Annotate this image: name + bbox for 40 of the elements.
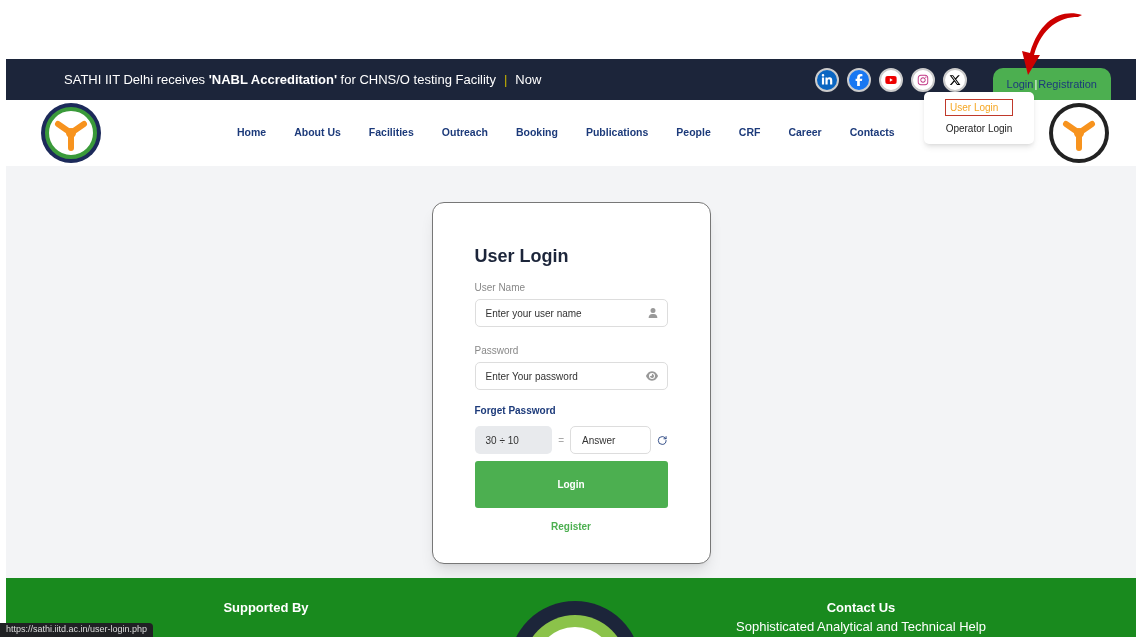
nav-link[interactable]: About Us xyxy=(294,125,341,141)
nav-link[interactable]: Contacts xyxy=(849,125,895,141)
separator: | xyxy=(503,70,508,89)
instagram-icon[interactable] xyxy=(910,67,935,92)
institute-logo xyxy=(40,102,102,164)
refresh-icon[interactable] xyxy=(657,434,668,446)
footer-heading: Supported By xyxy=(223,599,309,616)
university-emblem xyxy=(1048,102,1110,164)
nav-link[interactable]: Outreach xyxy=(441,125,488,141)
equals-sign: = xyxy=(558,433,565,448)
user-icon xyxy=(647,308,658,318)
status-url: https://sathi.iitd.ac.in/user-login.php xyxy=(0,623,154,637)
nav-link[interactable]: Booking xyxy=(515,125,558,141)
dropdown-item[interactable]: Operator Login xyxy=(940,120,1018,137)
login-link[interactable]: Login xyxy=(1006,75,1034,93)
nav-link[interactable]: Publications xyxy=(585,125,649,141)
nav-link[interactable]: CRF xyxy=(738,125,761,141)
facebook-icon[interactable] xyxy=(846,67,871,92)
nav-link[interactable]: People xyxy=(676,125,711,141)
captcha-question: 30 ÷ 10 xyxy=(474,426,553,454)
forget-password-link[interactable]: Forget Password xyxy=(474,403,668,418)
footer-heading: Contact Us xyxy=(826,599,896,616)
x-icon[interactable] xyxy=(942,67,967,92)
registration-link[interactable]: Registration xyxy=(1038,75,1097,93)
field-label: Password xyxy=(474,344,520,358)
username-field[interactable]: Enter your user name xyxy=(474,299,668,327)
card-title: User Login xyxy=(474,245,570,268)
nav-link[interactable]: Home xyxy=(237,125,267,141)
linkedin-icon[interactable] xyxy=(814,67,839,92)
youtube-icon[interactable] xyxy=(878,67,903,92)
announcement-text: SATHI IIT Delhi receives 'NABL Accreditation' for CHNS/O testing Facility xyxy=(64,70,496,89)
nav-link[interactable]: Career xyxy=(788,125,822,141)
nav-link[interactable]: Facilities xyxy=(368,125,414,141)
contact-text: Sophisticated Analytical and Technical Help xyxy=(736,619,986,634)
separator: | xyxy=(1034,76,1038,92)
captcha-answer-field[interactable]: Answer xyxy=(570,426,652,454)
password-field[interactable]: Enter Your password xyxy=(474,362,668,390)
announcement-tag: Now xyxy=(515,69,542,90)
field-label: User Name xyxy=(474,281,527,295)
eye-icon[interactable] xyxy=(645,370,658,382)
